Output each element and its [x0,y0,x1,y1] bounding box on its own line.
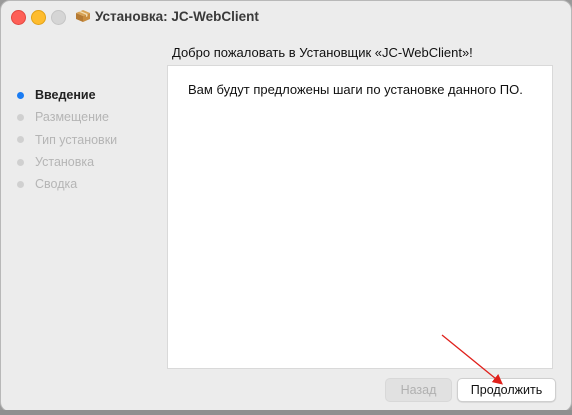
step-label: Установка [35,155,95,170]
step-summary: Сводка [17,173,117,195]
step-indicator-dot [17,158,24,166]
back-button[interactable]: Назад [385,378,452,402]
intro-text: Вам будут предложены шаги по установке д… [188,82,523,97]
window-title: Установка: JC-WebClient [95,9,259,24]
step-destination: Размещение [17,106,117,128]
welcome-heading: Добро пожаловать в Установщик «JC-WebCli… [172,45,473,60]
step-label: Тип установки [35,132,118,147]
desktop-background [0,410,572,415]
content-panel: Вам будут предложены шаги по установке д… [167,65,553,369]
close-window-button[interactable] [11,10,26,25]
title-bar[interactable]: Установка: JC-WebClient [1,1,571,33]
step-label: Размещение [35,110,109,125]
step-indicator-dot [17,91,24,99]
minimize-window-button[interactable] [31,10,46,25]
step-indicator-dot [17,136,24,144]
step-installation-type: Тип установки [17,129,117,151]
zoom-window-button[interactable] [51,10,66,25]
step-introduction: Введение [17,84,117,106]
steps-sidebar: Введение Размещение Тип установки Устано… [17,84,117,195]
step-indicator-dot [17,113,24,121]
installer-window: Установка: JC-WebClient Введение Размеще… [0,0,572,412]
step-label: Сводка [35,177,78,192]
step-installation: Установка [17,151,117,173]
continue-button[interactable]: Продолжить [457,378,556,402]
package-icon [76,10,90,22]
step-label: Введение [35,88,96,103]
step-indicator-dot [17,180,24,188]
